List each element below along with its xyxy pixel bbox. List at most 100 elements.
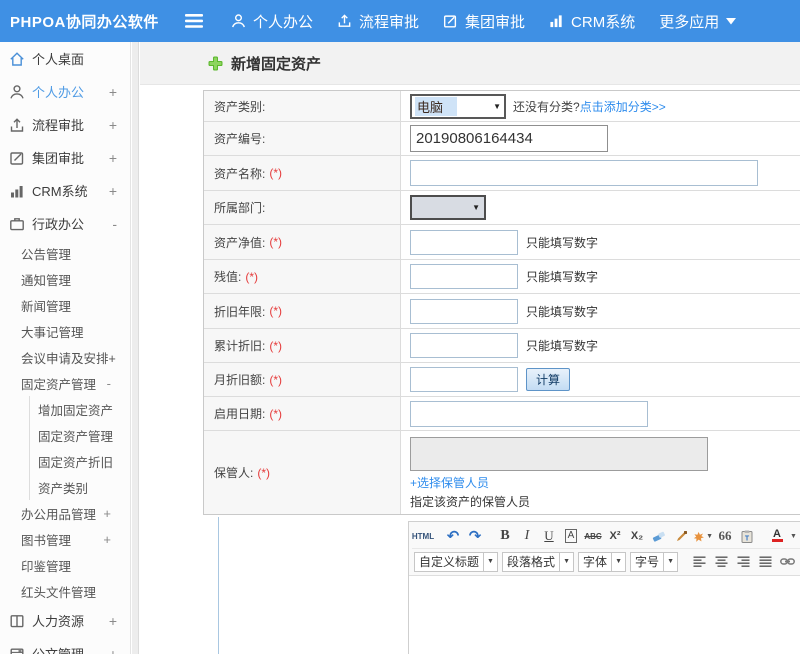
depreciation-years-label: 折旧年限: (*) xyxy=(204,294,401,328)
net-value-cell: 只能填写数字 xyxy=(401,225,800,259)
calculate-button[interactable]: 计算 xyxy=(526,368,570,391)
sidebar-item-fixed-asset-mgmt[interactable]: 固定资产管理 - xyxy=(0,370,130,396)
autotypeset-button[interactable]: A xyxy=(561,526,581,546)
depreciation-years-input[interactable] xyxy=(410,299,518,324)
start-date-label: 启用日期: (*) xyxy=(204,397,401,430)
eraser-icon[interactable] xyxy=(649,526,669,546)
residual-value-input[interactable] xyxy=(410,264,518,289)
select-keeper-link[interactable]: +选择保管人员 xyxy=(410,474,489,491)
briefcase-icon xyxy=(9,216,25,232)
link-icon[interactable] xyxy=(777,552,797,572)
sidebar-item-workflow-approval[interactable]: 流程审批 + xyxy=(0,108,130,141)
page-title: 新增固定资产 xyxy=(208,53,321,74)
content-header-band: 新增固定资产 xyxy=(140,42,800,85)
chevron-down-icon: ▼ xyxy=(493,102,501,111)
bold-button[interactable]: B xyxy=(495,526,515,546)
font-size-select[interactable]: 字号 ▼ xyxy=(630,552,678,572)
sidebar-item-official-doc-mgmt[interactable]: 红头文件管理 xyxy=(0,578,130,604)
sidebar-item-human-resources[interactable]: 人力资源 + xyxy=(0,604,130,637)
top-menu-workflow-approval[interactable]: 流程审批 xyxy=(337,11,419,32)
font-color-button[interactable]: A xyxy=(767,526,787,546)
align-left-icon[interactable] xyxy=(689,552,709,572)
chevron-down-icon: ▼ xyxy=(706,533,713,540)
category-hint: 还没有分类? xyxy=(513,98,580,115)
font-family-select[interactable]: 字体 ▼ xyxy=(578,552,626,572)
sidebar-item-notice-mgmt[interactable]: 通知管理 xyxy=(0,266,130,292)
sidebar-item-news-mgmt[interactable]: 新闻管理 xyxy=(0,292,130,318)
sidebar-navigation: 个人桌面 个人办公 + 流程审批 + 集团审批 + xyxy=(0,42,131,654)
numbers-only-hint: 只能填写数字 xyxy=(526,303,598,320)
paragraph-format-select[interactable]: 段落格式 ▼ xyxy=(502,552,574,572)
add-plus-icon xyxy=(208,56,223,71)
editor-content-area[interactable] xyxy=(409,579,800,654)
sidebar-item-add-fixed-asset[interactable]: 增加固定资产 xyxy=(30,396,130,422)
asset-name-input[interactable] xyxy=(410,160,758,186)
undo-button[interactable]: ↶ xyxy=(443,526,463,546)
form-row-asset-number: 资产编号: xyxy=(204,122,800,156)
blockquote-button[interactable]: 66 xyxy=(715,526,735,546)
accumulated-depreciation-label: 累计折旧: (*) xyxy=(204,329,401,362)
sidebar-item-book-mgmt[interactable]: 图书管理 + xyxy=(0,526,130,552)
department-select[interactable]: ▼ xyxy=(410,195,486,220)
strikethrough-button[interactable]: ABC xyxy=(583,526,603,546)
top-menu-personal-office[interactable]: 个人办公 xyxy=(231,11,313,32)
subscript-button[interactable]: X₂ xyxy=(627,526,647,546)
hamburger-menu-icon[interactable] xyxy=(185,14,205,28)
custom-title-select[interactable]: 自定义标题 ▼ xyxy=(414,552,498,572)
sidebar-item-group-approval[interactable]: 集团审批 + xyxy=(0,141,130,174)
underline-button[interactable]: U xyxy=(539,526,559,546)
form-row-department: 所属部门: ▼ xyxy=(204,191,800,225)
top-navigation-bar: PHPOA协同办公软件 个人办公 流程审批 集团审批 xyxy=(0,0,800,42)
start-date-input[interactable] xyxy=(410,401,648,427)
keeper-textarea[interactable] xyxy=(410,437,708,471)
category-select[interactable]: 电脑 ▼ xyxy=(410,94,506,119)
top-menu-more-apps[interactable]: 更多应用 xyxy=(659,11,736,32)
asset-number-input[interactable] xyxy=(410,125,608,152)
sidebar-item-events-mgmt[interactable]: 大事记管理 xyxy=(0,318,130,344)
align-center-icon[interactable] xyxy=(711,552,731,572)
align-right-icon[interactable] xyxy=(733,552,753,572)
sidebar-item-fixed-asset-manage[interactable]: 固定资产管理 xyxy=(30,422,130,448)
format-painter-icon[interactable] xyxy=(671,526,691,546)
sidebar-item-personal-office[interactable]: 个人办公 + xyxy=(0,75,130,108)
sidebar-item-asset-category[interactable]: 资产类别 xyxy=(30,474,130,500)
sidebar-scrollbar[interactable] xyxy=(132,42,139,654)
start-date-cell xyxy=(401,397,800,430)
net-value-label: 资产净值: (*) xyxy=(204,225,401,259)
edit-icon xyxy=(443,13,458,29)
top-menu-crm-system[interactable]: CRM系统 xyxy=(549,11,635,32)
sidebar-item-crm-system[interactable]: CRM系统 + xyxy=(0,174,130,207)
source-code-button[interactable]: HTML xyxy=(413,526,433,546)
home-icon xyxy=(9,51,25,67)
superscript-button[interactable]: X² xyxy=(605,526,625,546)
department-label: 所属部门: xyxy=(204,191,401,224)
user-icon xyxy=(231,13,246,29)
sidebar-item-office-supplies-mgmt[interactable]: 办公用品管理 + xyxy=(0,500,130,526)
form-row-asset-name: 资产名称: (*) xyxy=(204,156,800,191)
add-category-link[interactable]: 点击添加分类>> xyxy=(580,98,666,115)
sidebar-item-personal-desktop[interactable]: 个人桌面 xyxy=(0,42,130,75)
form-row-accumulated-depreciation: 累计折旧: (*) 只能填写数字 xyxy=(204,329,800,363)
net-value-input[interactable] xyxy=(410,230,518,255)
editor-toolbar-row2: 自定义标题 ▼ 段落格式 ▼ 字体 ▼ 字号 ▼ xyxy=(412,548,800,574)
numbers-only-hint: 只能填写数字 xyxy=(526,234,598,251)
sidebar-item-admin-office[interactable]: 行政办公 - xyxy=(0,207,130,240)
asset-name-label: 资产名称: (*) xyxy=(204,156,401,190)
italic-button[interactable]: I xyxy=(517,526,537,546)
top-menu-group-approval[interactable]: 集团审批 xyxy=(443,11,525,32)
align-justify-icon[interactable] xyxy=(755,552,775,572)
color-palette-icon[interactable]: ▼ xyxy=(693,526,713,546)
sidebar-item-announcement-mgmt[interactable]: 公告管理 xyxy=(0,240,130,266)
keeper-cell: +选择保管人员 指定该资产的保管人员 xyxy=(401,431,800,514)
redo-button[interactable]: ↷ xyxy=(465,526,485,546)
chevron-down-icon: ▼ xyxy=(472,203,480,212)
accumulated-depreciation-input[interactable] xyxy=(410,333,518,358)
sidebar-item-seal-mgmt[interactable]: 印鉴管理 xyxy=(0,552,130,578)
sidebar-item-document-mgmt[interactable]: 公文管理 + xyxy=(0,637,130,654)
monthly-depreciation-input[interactable] xyxy=(410,367,518,392)
sidebar-item-fixed-asset-depreciation[interactable]: 固定资产折旧 xyxy=(30,448,130,474)
department-cell: ▼ xyxy=(401,191,800,224)
keeper-note: 指定该资产的保管人员 xyxy=(410,493,530,510)
sidebar-item-meeting-mgmt[interactable]: 会议申请及安排+ xyxy=(0,344,130,370)
paste-text-icon[interactable]: T xyxy=(737,526,757,546)
